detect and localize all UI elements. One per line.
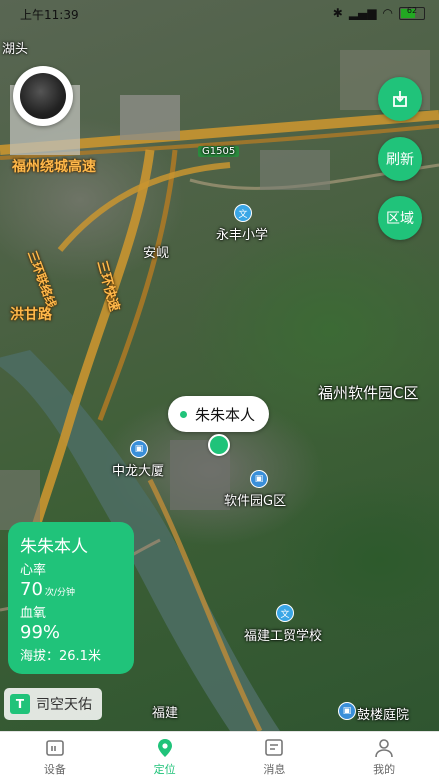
nav-item-device[interactable]: 设备 [0,732,110,781]
building-poi-icon[interactable]: ▣ [130,440,148,458]
watch-avatar-image [20,73,66,119]
location-pin-icon[interactable] [208,434,230,456]
blood-oxygen-value: 99% [20,622,61,643]
nav-label-device: 设备 [43,762,66,776]
map-label-fujian-trade-school: 福建工贸学校 [244,629,323,644]
online-dot-icon [180,410,187,418]
bottom-nav: 设备 定位 消息 我的 [0,731,439,781]
heart-rate-value: 70 [20,579,43,600]
navigation-icon [393,91,407,107]
residence-poi-icon[interactable]: ▣ [338,702,356,720]
location-icon [157,738,172,757]
profile-icon [375,738,393,757]
map-label-fujian: 福建 [152,706,179,721]
map-label-software-park-g: 软件园G区 [224,494,287,509]
status-bar: 上午11:39 ✱ ▂▄▆ ◠ 62 [0,0,439,28]
altitude-text: 海拔：26.1米 [20,649,101,664]
nav-label-profile: 我的 [373,762,396,776]
park-poi-icon[interactable]: ▣ [250,470,268,488]
heart-rate-label: 心率 [20,563,47,578]
bluetooth-icon: ✱ [332,6,343,20]
message-icon [265,738,284,756]
map-label-g1505: G1505 [198,146,240,157]
nav-label-message: 消息 [263,762,286,776]
map-label-gulou-courtyard: 鼓楼庭院 [357,708,410,723]
status-icons: ✱ ▂▄▆ ◠ 62 [333,6,425,20]
map-label-zhonglong-building: 中龙大厦 [112,464,165,479]
location-marker-bubble[interactable]: 朱朱本人 [168,396,270,432]
marker-name: 朱朱本人 [195,405,256,424]
region-button[interactable]: 区域 [378,196,422,240]
signal-icon: ▂▄▆ [348,6,377,20]
map-label-software-park-c: 福州软件园C区 [318,384,419,402]
school-poi-icon[interactable]: 文 [234,204,252,222]
map-label-anxian: 安岘 [143,246,170,261]
nav-label-location: 定位 [153,762,176,776]
battery-icon: 62 [399,5,425,20]
watch-avatar-button[interactable] [13,66,73,126]
brand-name: 司空天佑 [36,697,92,713]
heart-rate-unit: 次/分钟 [44,588,75,598]
device-icon [46,739,64,756]
nav-item-location[interactable]: 定位 [110,732,220,781]
map-label-honggan-road: 洪甘路 [10,307,52,323]
status-time: 上午11:39 [20,8,79,22]
card-wearer-name: 朱朱本人 [20,537,88,557]
nav-item-message[interactable]: 消息 [220,732,330,781]
heart-rate-row: 70 次/分钟 [20,579,122,600]
battery-level: 62 [406,5,418,15]
map-label-fuzhou-ring-expressway: 福州绕城高速 [12,159,96,175]
navigate-button[interactable] [378,77,422,121]
map-label-hutou: 湖头 [2,42,29,57]
wifi-icon: ◠ [382,6,393,20]
refresh-button[interactable]: 刷新 [378,137,422,181]
nav-item-profile[interactable]: 我的 [329,732,439,781]
health-info-card[interactable]: 朱朱本人 心率 70 次/分钟 血氧 99% 海拔：26.1米 [8,522,134,674]
brand-tag: T 司空天佑 [4,688,102,720]
blood-oxygen-label: 血氧 [20,606,47,621]
school-poi-icon[interactable]: 文 [276,604,294,622]
brand-logo-icon: T [10,694,30,714]
map-label-yongfeng-school: 永丰小学 [216,228,269,243]
